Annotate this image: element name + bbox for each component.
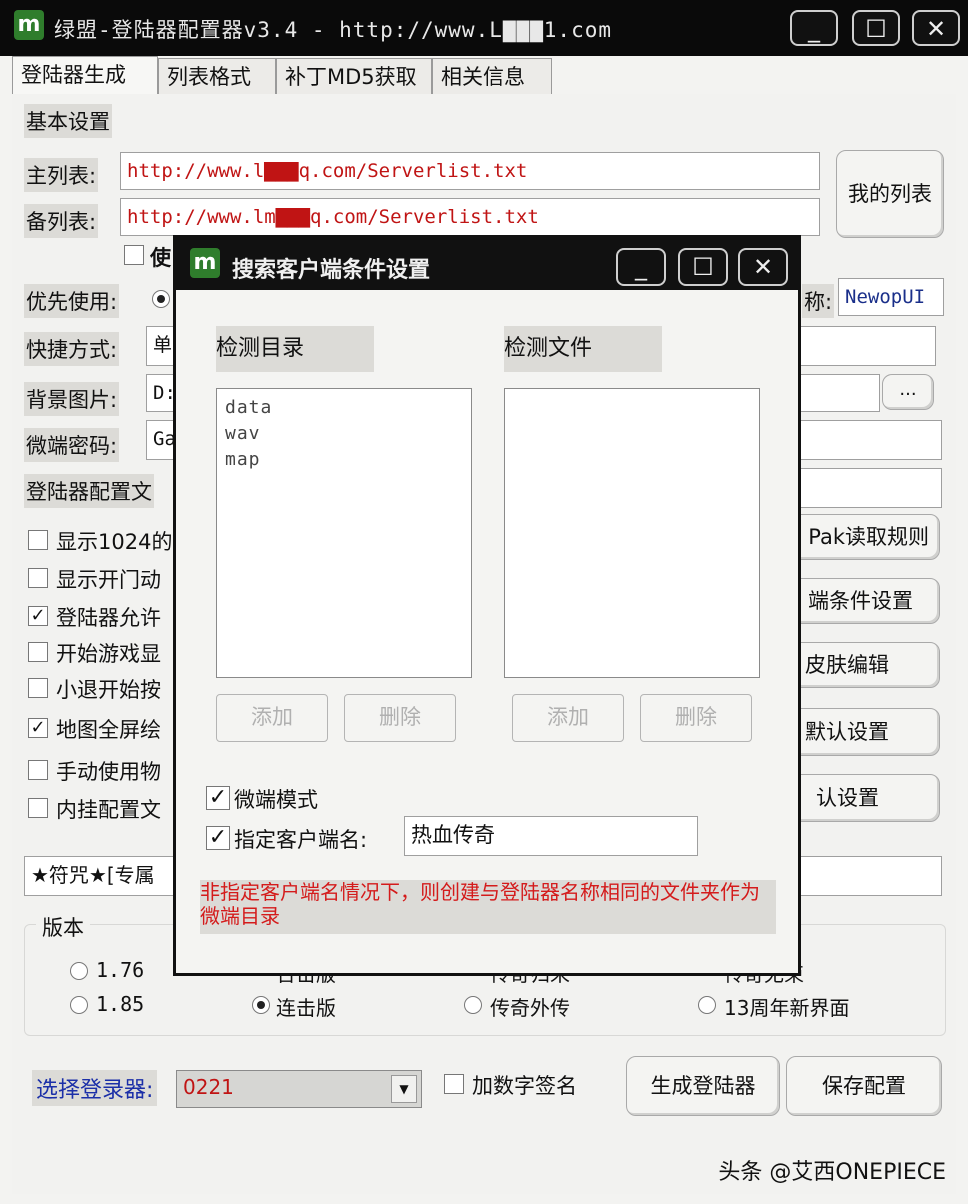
generate-launcher-button[interactable]: 生成登陆器 [626,1056,780,1116]
main-list-label: 主列表: [24,158,99,192]
dialog-logo-icon: m [190,248,220,278]
main-list-input[interactable]: http://www.l▇▇▇q.com/Serverlist.txt [120,152,820,190]
detect-file-list[interactable] [504,388,760,678]
use-checkbox-label: 使 [150,246,171,270]
list-item[interactable]: data [225,397,272,418]
digital-sign-label: 加数字签名 [472,1074,577,1098]
tab-patch-md5[interactable]: 补丁MD5获取 [276,58,432,94]
detect-dir-header: 检测目录 [216,326,374,372]
checkbox-1024-label: 显示1024的 [56,530,173,554]
name-label: 称: [802,284,835,318]
micro-mode-label: 微端模式 [234,788,318,812]
chevron-down-icon[interactable]: ▼ [391,1075,417,1103]
file-add-button[interactable]: 添加 [512,694,624,742]
version-radio-outer[interactable] [464,996,482,1014]
dialog-close-button[interactable]: ✕ [738,248,788,286]
version-outer-label: 传奇外传 [490,996,570,1020]
tab-generate[interactable]: 登陆器生成 [12,56,158,96]
version-title: 版本 [36,912,90,942]
micro-mode-checkbox[interactable]: ✓ [206,786,230,810]
close-button[interactable]: ✕ [912,10,960,46]
backup-list-input[interactable]: http://www.lm▇▇▇q.com/Serverlist.txt [120,198,820,236]
shortcut-label: 快捷方式: [24,332,120,366]
version-radio-185[interactable] [70,996,88,1014]
dialog-maximize-button[interactable]: ☐ [678,248,728,286]
checkbox-plugin-config[interactable] [28,798,48,818]
client-name-checkbox[interactable]: ✓ [206,826,230,850]
background-label: 背景图片: [24,382,120,416]
config-file-label: 登陆器配置文 [24,474,154,508]
checkbox-start-game[interactable] [28,642,48,662]
detect-file-header: 检测文件 [504,326,662,372]
dialog-title: 搜索客户端条件设置 [232,258,431,283]
version-combo-label: 连击版 [276,996,336,1020]
client-name-label: 指定客户端名: [234,828,368,852]
checkbox-door-anim[interactable] [28,568,48,588]
checkbox-small-exit[interactable] [28,678,48,698]
launcher-select-value: 0221 [183,1075,234,1099]
version-radio-combo[interactable] [252,996,270,1014]
checkbox-small-exit-label: 小退开始按 [56,678,161,702]
checkbox-fullscreen-map-label: 地图全屏绘 [56,718,161,742]
detect-dir-list[interactable]: data wav map [216,388,472,678]
version-185-label: 1.85 [96,992,145,1016]
checkbox-plugin-config-label: 内挂配置文 [56,798,161,822]
priority-radio[interactable] [152,290,170,308]
launcher-select[interactable]: 0221 ▼ [176,1070,422,1108]
maximize-button[interactable]: ☐ [852,10,900,46]
checkbox-manual-item-label: 手动使用物 [56,760,161,784]
search-client-dialog: m 搜索客户端条件设置 _ ☐ ✕ 检测目录 检测文件 data wav map… [173,235,801,976]
name-input[interactable]: NewopUI [838,278,944,316]
checkbox-door-anim-label: 显示开门动 [56,568,161,592]
version-radio-13th[interactable] [698,996,716,1014]
checkbox-1024[interactable] [28,530,48,550]
my-list-button[interactable]: 我的列表 [836,150,944,238]
save-config-button[interactable]: 保存配置 [786,1056,942,1116]
priority-label: 优先使用: [24,284,120,318]
browse-button[interactable]: ... [882,374,934,410]
tab-list-format[interactable]: 列表格式 [158,58,276,94]
use-checkbox[interactable] [124,245,144,265]
backup-list-label: 备列表: [24,204,99,238]
checkbox-allow[interactable]: ✓ [28,606,48,626]
basic-settings-header: 基本设置 [24,104,112,138]
file-delete-button[interactable]: 删除 [640,694,752,742]
version-radio-176[interactable] [70,962,88,980]
dialog-note: 非指定客户端名情况下，则创建与登陆器名称相同的文件夹作为微端目录 [200,880,776,934]
version-13th-label: 13周年新界面 [724,996,850,1020]
app-logo-icon: m [14,10,44,40]
checkbox-start-game-label: 开始游戏显 [56,642,161,666]
version-176-label: 1.76 [96,958,145,982]
micro-password-label: 微端密码: [24,428,120,462]
select-launcher-label: 选择登录器: [32,1070,158,1106]
list-item[interactable]: wav [225,423,261,444]
window-title: 绿盟-登陆器配置器v3.4 - http://www.L▇▇▇1.com [54,18,613,42]
checkbox-allow-label: 登陆器允许 [56,606,161,630]
dir-delete-button[interactable]: 删除 [344,694,456,742]
list-item[interactable]: map [225,449,261,470]
client-name-input[interactable]: 热血传奇 [404,816,698,856]
checkbox-manual-item[interactable] [28,760,48,780]
tab-info[interactable]: 相关信息 [432,58,552,94]
dir-add-button[interactable]: 添加 [216,694,328,742]
dialog-minimize-button[interactable]: _ [616,248,666,286]
watermark: 头条 @艾西ONEPIECE [718,1160,946,1185]
minimize-button[interactable]: _ [790,10,838,46]
checkbox-fullscreen-map[interactable]: ✓ [28,718,48,738]
config-file-input[interactable] [780,468,942,508]
digital-sign-checkbox[interactable] [444,1074,464,1094]
